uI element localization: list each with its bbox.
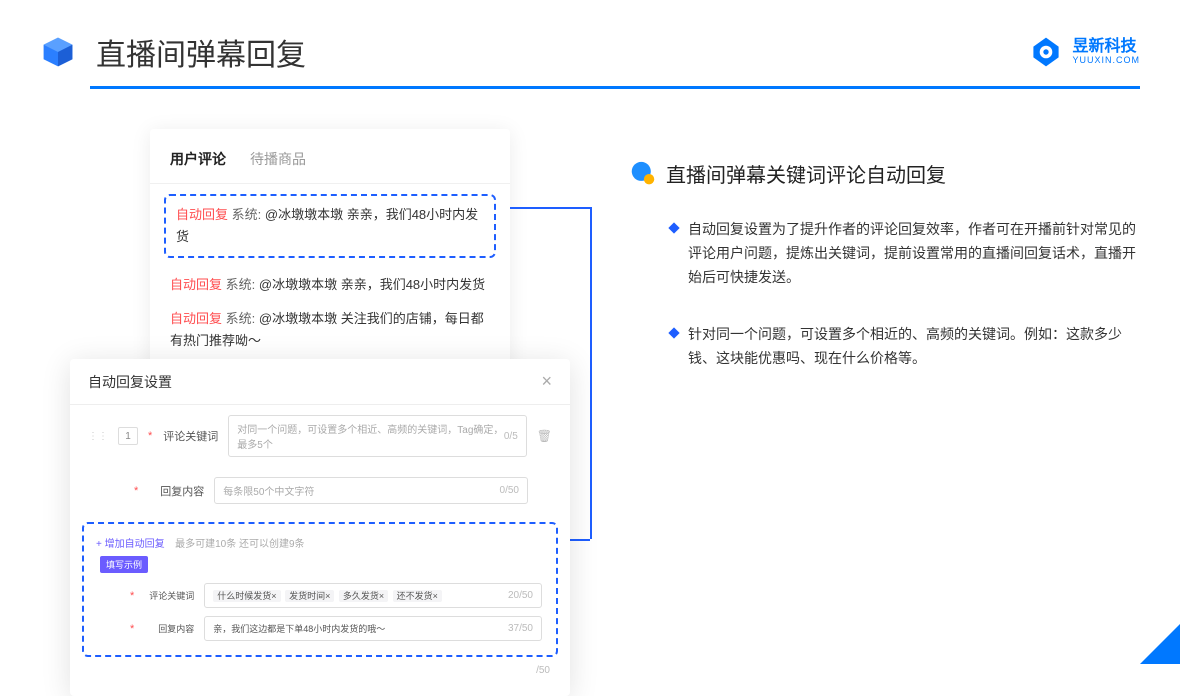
logo-text-en: YUUXIN.COM (1072, 56, 1140, 66)
comments-card: 用户评论 待播商品 自动回复 系统: @冰墩墩本墩 亲亲，我们48小时内发货 自… (150, 129, 510, 378)
chat-bubble-icon (630, 161, 656, 187)
add-hint: 最多可建10条 还可以创建9条 (175, 539, 304, 550)
auto-reply-tag: 自动回复 (176, 207, 228, 222)
example-content-input: 亲，我们这边都是下单48小时内发货的哦～ 37/50 (204, 616, 542, 641)
drag-handle-icon[interactable]: ⋮⋮ (88, 431, 108, 442)
modal-title: 自动回复设置 (88, 372, 172, 392)
corner-decoration (1140, 624, 1180, 664)
tab-pending-products[interactable]: 待播商品 (250, 149, 306, 169)
comment-row: 自动回复 系统: @冰墩墩本墩 亲亲，我们48小时内发货 (150, 268, 510, 302)
page-title: 直播间弹幕回复 (96, 30, 306, 74)
example-section: + 增加自动回复 最多可建10条 还可以创建9条 填写示例 * 评论关键词 什么… (82, 522, 558, 657)
cube-icon (40, 34, 76, 70)
diamond-bullet-icon (668, 222, 679, 233)
section-title: 直播间弹幕关键词评论自动回复 (666, 159, 946, 188)
bullet-item: 针对同一个问题，可设置多个相近的、高频的关键词。例如：这款多少钱、这块能优惠吗、… (630, 323, 1140, 371)
add-auto-reply-link[interactable]: + 增加自动回复 (96, 539, 165, 550)
example-badge: 填写示例 (100, 556, 148, 573)
auto-reply-settings-modal: 自动回复设置 × ⋮⋮ 1 * 评论关键词 对同一个问题，可设置多个相近、高频的… (70, 359, 570, 696)
logo-text-cn: 昱新科技 (1072, 38, 1140, 56)
outer-counter: /50 (70, 665, 570, 676)
content-input[interactable]: 每条限50个中文字符 0/50 (214, 477, 528, 504)
system-label: 系统: (232, 207, 262, 222)
content-label: 回复内容 (148, 483, 204, 499)
keyword-label: 评论关键词 (162, 428, 218, 444)
comment-row: 自动回复 系统: @冰墩墩本墩 关注我们的店铺，每日都有热门推荐呦～ (150, 302, 510, 358)
close-icon[interactable]: × (541, 371, 552, 392)
keyword-input[interactable]: 对同一个问题，可设置多个相近、高频的关键词，Tag确定，最多5个 0/5 (228, 415, 526, 457)
example-keyword-input: 什么时候发货× 发货时间× 多久发货× 还不发货× 20/50 (204, 583, 542, 608)
bullet-item: 自动回复设置为了提升作者的评论回复效率，作者可在开播前针对常见的评论用户问题，提… (630, 218, 1140, 289)
tab-user-comments[interactable]: 用户评论 (170, 149, 226, 169)
delete-icon[interactable]: 🗑 (537, 429, 552, 443)
index-badge: 1 (118, 427, 138, 445)
highlighted-comment: 自动回复 系统: @冰墩墩本墩 亲亲，我们48小时内发货 (164, 194, 496, 258)
brand-logo: 昱新科技 YUUXIN.COM (1028, 34, 1140, 70)
diamond-bullet-icon (668, 328, 679, 339)
